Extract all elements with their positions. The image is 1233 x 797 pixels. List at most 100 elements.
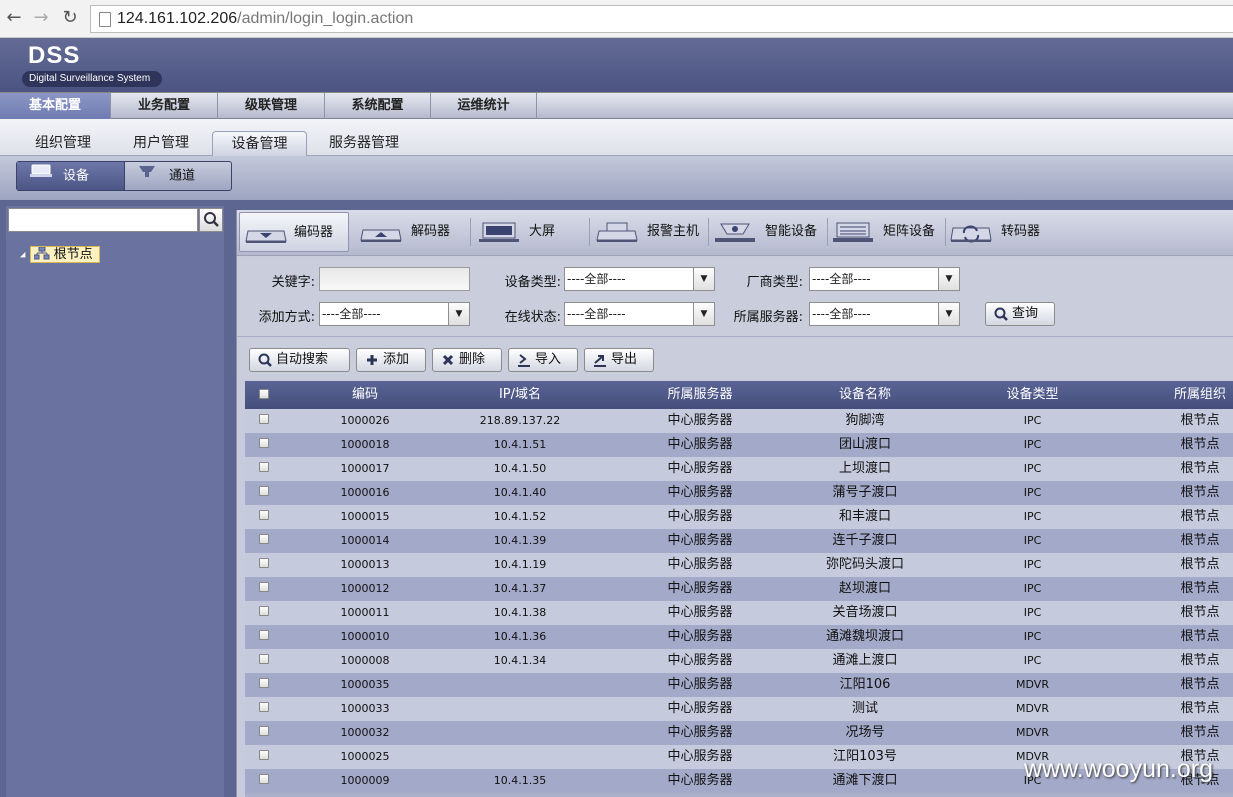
- main-menu: 基本配置 业务配置 级联管理 系统配置 运维统计: [0, 92, 1233, 119]
- tab-server-management[interactable]: 服务器管理: [318, 131, 410, 156]
- row-checkbox[interactable]: [259, 462, 269, 472]
- cell-device-type: IPC: [1023, 462, 1042, 475]
- tab-user-management[interactable]: 用户管理: [118, 131, 204, 156]
- menu-tab-ops-stats[interactable]: 运维统计: [431, 93, 537, 119]
- tab-video-wall[interactable]: 大屏: [475, 212, 585, 252]
- monitor-icon: [479, 222, 519, 242]
- select-all-checkbox[interactable]: [259, 389, 269, 399]
- vendor-select[interactable]: ----全部---- ▼: [809, 267, 960, 291]
- query-button[interactable]: 查询: [985, 302, 1055, 326]
- tree-node-root-label[interactable]: 根节点: [29, 246, 100, 263]
- auto-search-label: 自动搜索: [276, 352, 329, 367]
- row-checkbox[interactable]: [259, 654, 269, 664]
- column-header-org[interactable]: 所属组织: [1145, 381, 1233, 409]
- import-icon: [518, 354, 530, 367]
- cell-ip: 10.4.1.34: [493, 654, 547, 667]
- server-select[interactable]: ----全部---- ▼: [809, 302, 960, 326]
- table-row[interactable]: 1000026 218.89.137.22 中心服务器 狗脚湾 IPC 根节点: [245, 409, 1233, 433]
- add-method-select[interactable]: ----全部---- ▼: [319, 302, 470, 326]
- online-status-select[interactable]: ----全部---- ▼: [564, 302, 715, 326]
- row-checkbox[interactable]: [259, 678, 269, 688]
- add-button[interactable]: 添加: [356, 348, 426, 372]
- cell-server: 中心服务器: [667, 677, 733, 692]
- tab-matrix-device[interactable]: 矩阵设备: [829, 212, 944, 252]
- cell-device-type: IPC: [1023, 558, 1042, 571]
- table-row[interactable]: 1000010 10.4.1.36 中心服务器 通滩魏坝渡口 IPC 根节点: [245, 625, 1233, 649]
- row-checkbox[interactable]: [259, 630, 269, 640]
- import-button[interactable]: 导入: [508, 348, 578, 372]
- row-checkbox[interactable]: [259, 702, 269, 712]
- table-row[interactable]: 1000011 10.4.1.38 中心服务器 关音场渡口 IPC 根节点: [245, 601, 1233, 625]
- reload-icon[interactable]: ↻: [60, 7, 80, 29]
- toggle-channel-label: 通道: [169, 168, 196, 184]
- row-checkbox[interactable]: [259, 750, 269, 760]
- row-checkbox[interactable]: [259, 414, 269, 424]
- tree-search-input[interactable]: [8, 208, 198, 232]
- row-checkbox[interactable]: [259, 510, 269, 520]
- row-checkbox[interactable]: [259, 558, 269, 568]
- device-table: 编码 IP/域名 所属服务器 设备名称 设备类型 所属组织 1000026 218…: [245, 381, 1233, 797]
- delete-button-label: 删除: [459, 352, 486, 367]
- tab-decoder[interactable]: 解码器: [357, 212, 467, 252]
- column-header-device-name[interactable]: 设备名称: [785, 381, 945, 409]
- address-bar[interactable]: 124.161.102.206/admin/login_login.action: [90, 5, 1233, 33]
- tab-transcoder-label: 转码器: [1001, 224, 1041, 239]
- menu-tab-cascade[interactable]: 级联管理: [218, 93, 325, 119]
- server-label: 所属服务器:: [733, 310, 803, 325]
- table-row[interactable]: 1000032 中心服务器 况场号 MDVR 根节点: [245, 721, 1233, 745]
- url-text: 124.161.102.206/admin/login_login.action: [117, 10, 414, 27]
- table-row[interactable]: 1000017 10.4.1.50 中心服务器 上坝渡口 IPC 根节点: [245, 457, 1233, 481]
- back-arrow-icon[interactable]: ←: [4, 7, 24, 29]
- toggle-device[interactable]: 设备: [17, 162, 125, 190]
- row-checkbox[interactable]: [259, 534, 269, 544]
- column-header-ip[interactable]: IP/域名: [445, 381, 595, 409]
- table-row[interactable]: 1000012 10.4.1.37 中心服务器 赵坝渡口 IPC 根节点: [245, 577, 1233, 601]
- expand-arrow-icon[interactable]: ◢: [20, 251, 25, 259]
- menu-tab-basic-config[interactable]: 基本配置: [0, 93, 111, 119]
- menu-tab-system-config[interactable]: 系统配置: [325, 93, 431, 119]
- tab-smart-device[interactable]: 智能设备: [711, 212, 826, 252]
- cell-ip: [445, 673, 595, 697]
- device-type-select[interactable]: ----全部---- ▼: [564, 267, 715, 291]
- filter-form: 关键字: 设备类型: ----全部---- ▼ 厂商类型: ----全部---- ▼…: [237, 257, 1233, 337]
- row-checkbox[interactable]: [259, 726, 269, 736]
- table-row[interactable]: 1000015 10.4.1.52 中心服务器 和丰渡口 IPC 根节点: [245, 505, 1233, 529]
- auto-search-button[interactable]: 自动搜索: [249, 348, 350, 372]
- table-row[interactable]: 1000033 中心服务器 测试 MDVR 根节点: [245, 697, 1233, 721]
- table-row[interactable]: 1000008 10.4.1.34 中心服务器 通滩上渡口 IPC 根节点: [245, 649, 1233, 673]
- menu-tab-business-config[interactable]: 业务配置: [111, 93, 218, 119]
- column-header-server[interactable]: 所属服务器: [640, 381, 760, 409]
- tab-encoder-label: 编码器: [294, 225, 334, 240]
- row-checkbox[interactable]: [259, 486, 269, 496]
- row-checkbox[interactable]: [259, 438, 269, 448]
- cell-server: 中心服务器: [667, 533, 733, 548]
- tree-node-root[interactable]: ◢ 根节点: [20, 246, 100, 264]
- forward-arrow-icon[interactable]: →: [31, 7, 51, 29]
- cell-device-name: 狗脚湾: [845, 413, 885, 428]
- cell-device-name: 连千子渡口: [832, 533, 898, 548]
- tab-org-management[interactable]: 组织管理: [20, 131, 106, 156]
- tab-alarm-host[interactable]: 报警主机: [593, 212, 705, 252]
- column-header-code[interactable]: 编码: [315, 381, 415, 409]
- column-header-device-type[interactable]: 设备类型: [975, 381, 1090, 409]
- table-row[interactable]: 1000016 10.4.1.40 中心服务器 蒲号子渡口 IPC 根节点: [245, 481, 1233, 505]
- row-checkbox[interactable]: [259, 774, 269, 784]
- export-button[interactable]: 导出: [584, 348, 654, 372]
- tab-encoder[interactable]: 编码器: [239, 212, 349, 252]
- keyword-input[interactable]: [319, 267, 470, 291]
- table-row[interactable]: 1000018 10.4.1.51 中心服务器 团山渡口 IPC 根节点: [245, 433, 1233, 457]
- delete-button[interactable]: 删除: [432, 348, 502, 372]
- table-row[interactable]: 1000013 10.4.1.19 中心服务器 弥陀码头渡口 IPC 根节点: [245, 553, 1233, 577]
- toggle-channel[interactable]: 通道: [125, 162, 231, 190]
- cell-device-type: IPC: [1023, 486, 1042, 499]
- row-checkbox[interactable]: [259, 582, 269, 592]
- cell-server: 中心服务器: [667, 557, 733, 572]
- row-checkbox[interactable]: [259, 606, 269, 616]
- tab-device-management[interactable]: 设备管理: [212, 131, 307, 156]
- table-row[interactable]: 1000014 10.4.1.39 中心服务器 连千子渡口 IPC 根节点: [245, 529, 1233, 553]
- export-icon: [594, 355, 606, 367]
- tab-transcoder[interactable]: 转码器: [947, 212, 1057, 252]
- table-row[interactable]: 1000035 中心服务器 江阳106 MDVR 根节点: [245, 673, 1233, 697]
- cell-ip: 10.4.1.50: [493, 462, 547, 475]
- tree-search-button[interactable]: [199, 208, 223, 232]
